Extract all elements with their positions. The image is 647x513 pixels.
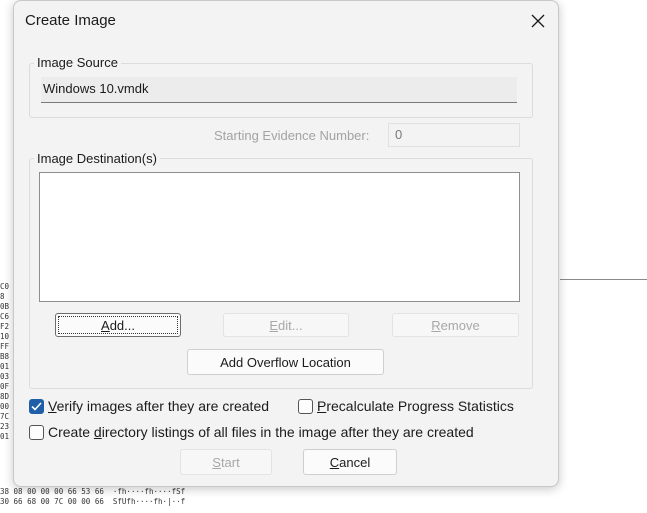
image-source-label: Image Source [34,55,121,70]
hex-line: 0F [0,382,10,391]
image-destination-list[interactable] [39,172,520,302]
starting-evidence-label: Starting Evidence Number: [214,128,370,143]
image-destination-label: Image Destination(s) [34,151,160,166]
hex-line: F2 [0,322,10,331]
cancel-button[interactable]: Cancel [303,449,397,475]
hex-line: FF [0,342,10,351]
hex-line: 8D [0,392,10,401]
add-button[interactable]: Add... [55,313,181,337]
add-overflow-location-label: Add Overflow Location [220,354,351,370]
hex-line: 23 [0,422,10,431]
background-hex-rows: 38 08 00 00 00 66 53 66 ·fh····fh····fSf… [0,487,260,507]
precalculate-progress-checkbox[interactable]: Precalculate Progress Statistics [298,398,514,414]
create-image-dialog: Create Image Image Source Windows 10.vmd… [13,0,559,487]
remove-button[interactable]: Remove [392,313,519,337]
hex-line: C0 [0,282,10,291]
hex-line: 0B [0,302,10,311]
hex-line: 03 [0,372,10,381]
precalculate-progress-label: Precalculate Progress Statistics [317,398,514,414]
hex-line: 7C [0,412,10,421]
image-source-field: Windows 10.vmdk [41,77,517,103]
hex-line: 8 [0,292,5,301]
add-button-label: Add... [101,317,135,333]
hex-line: 01 [0,362,10,371]
verify-images-checkbox[interactable]: Verify images after they are created [29,398,269,414]
checkbox-checked-icon [29,398,44,414]
hex-line: B8 [0,352,10,361]
background-window-divider [560,279,647,280]
hex-row: 30 66 68 00 7C 00 00 66 SfUfh····fh·|··f [0,497,186,506]
hex-line: 01 [0,432,10,441]
close-icon [531,14,545,28]
close-button[interactable] [522,7,554,35]
hex-line: 10 [0,332,10,341]
edit-button[interactable]: Edit... [223,313,349,337]
cancel-button-label: Cancel [329,454,371,470]
edit-button-label: Edit... [269,317,303,333]
hex-line: 00 [0,402,10,411]
background-hex-column: C0 8 0B C6 F2 10 FF B8 01 03 0F 8D 00 7C 23 01 [0,282,12,442]
starting-evidence-field: 0 [388,123,520,147]
add-overflow-location-button[interactable]: Add Overflow Location [187,349,384,375]
remove-button-label: Remove [431,317,480,333]
dialog-title: Create Image [25,12,116,29]
directory-listings-label: Create directory listings of all files i… [48,424,474,440]
hex-row: 38 08 00 00 00 66 53 66 ·fh····fh····fSf [0,487,186,496]
directory-listings-checkbox[interactable]: Create directory listings of all files i… [29,424,474,440]
checkbox-unchecked-icon [29,424,44,440]
start-button[interactable]: Start [180,449,272,475]
verify-images-label: Verify images after they are created [48,398,270,414]
hex-line: C6 [0,312,10,321]
checkbox-unchecked-icon [298,398,313,414]
start-button-label: Start [212,454,240,470]
